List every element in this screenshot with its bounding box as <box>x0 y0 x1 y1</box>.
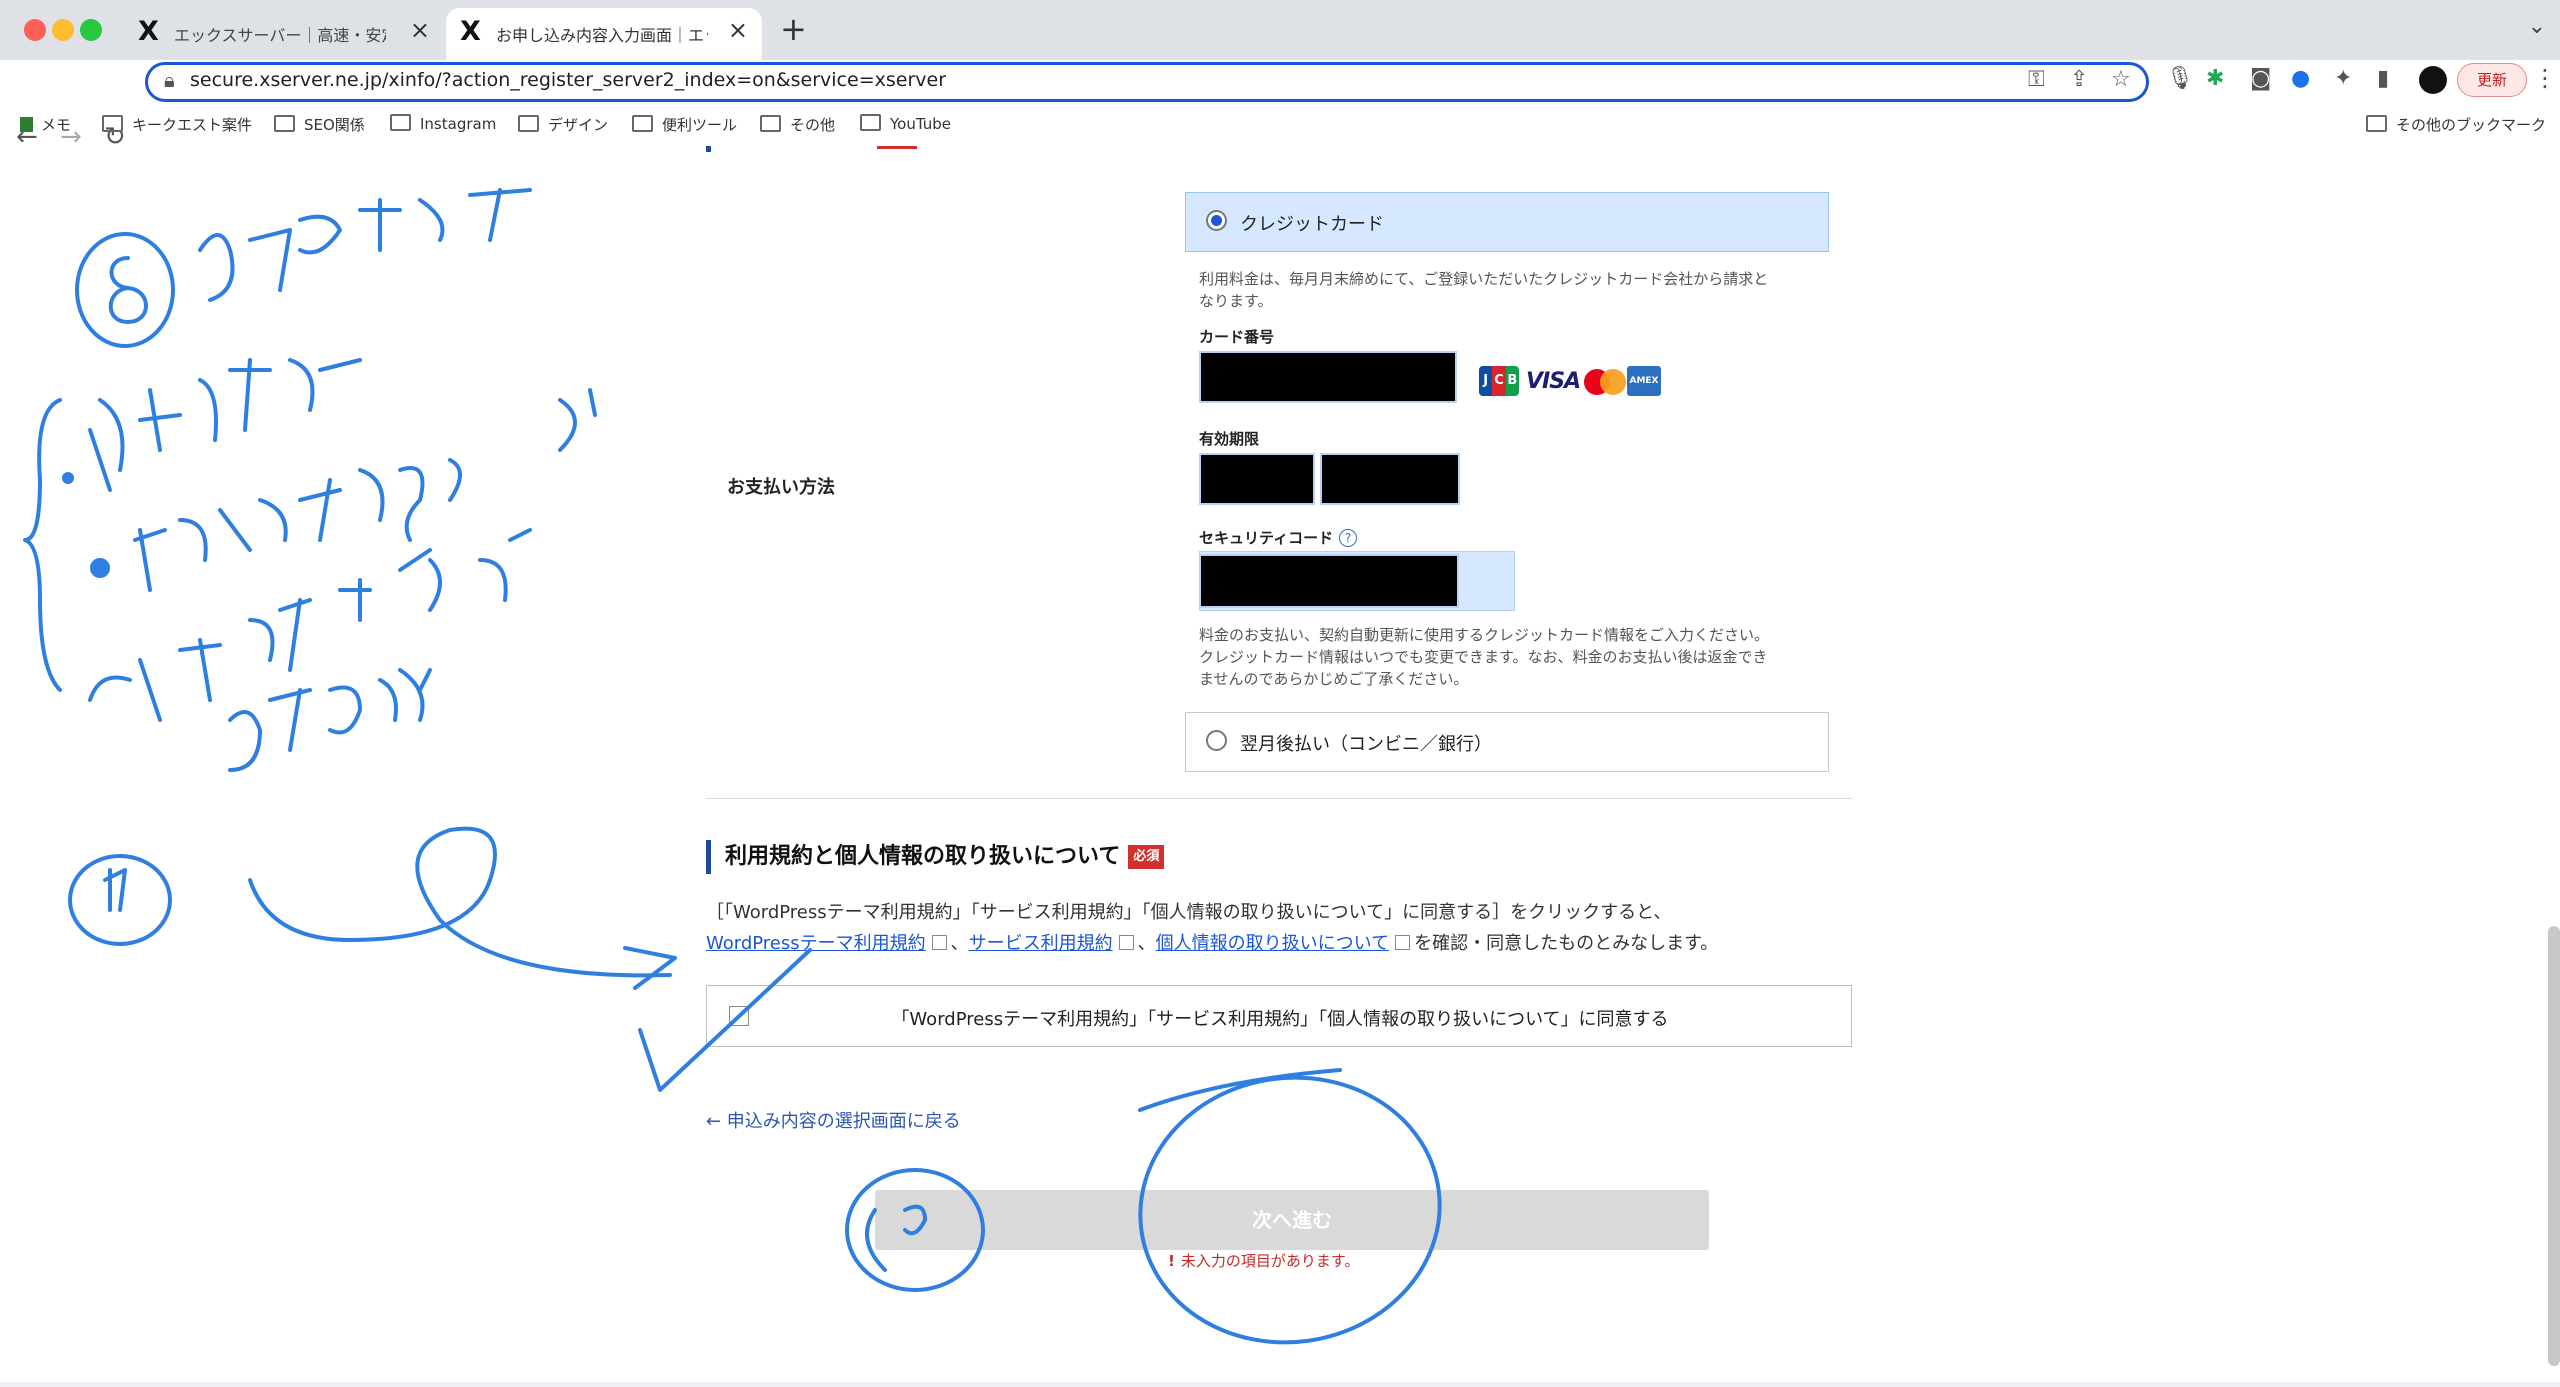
puzzle-icon[interactable]: ✦ <box>2334 66 2352 91</box>
side-panel-icon[interactable]: ▮ <box>2377 66 2389 91</box>
close-icon[interactable]: × <box>728 16 748 44</box>
credit-card-label: クレジットカード <box>1240 214 1384 235</box>
bookmark-star-icon[interactable]: ☆ <box>2111 67 2131 92</box>
deferred-label: 翌月後払い（コンビニ／銀行） <box>1240 734 1492 755</box>
folder-icon <box>2366 115 2387 132</box>
card-number-label: カード番号 <box>1199 328 1275 346</box>
minimize-window-button[interactable] <box>52 19 74 41</box>
folder-icon <box>390 114 411 131</box>
folder-icon <box>102 115 123 132</box>
credit-info-note: 料金のお支払い、契約自動更新に使用するクレジットカード情報をご入力ください。 ク… <box>1199 626 1770 688</box>
amex-logo-icon: AMEX <box>1627 366 1661 396</box>
card-number-input[interactable] <box>1199 351 1457 403</box>
external-link-icon <box>1395 935 1411 950</box>
folder-icon <box>274 115 295 132</box>
xserver-favicon-icon: X <box>460 16 481 47</box>
terms-agree-box[interactable]: 「WordPressテーマ利用規約」「サービス利用規約」「個人情報の取り扱いにつ… <box>706 985 1852 1047</box>
required-badge-fragment <box>877 146 917 149</box>
bookmark-folder[interactable]: 便利ツール <box>632 114 737 135</box>
zoom-window-button[interactable] <box>80 19 102 41</box>
bookmark-folder[interactable]: デザイン <box>518 114 608 135</box>
menu-kebab-icon[interactable]: ⋮ <box>2533 64 2557 92</box>
tab-title: お申し込み内容入力画面｜エックス <box>496 26 708 45</box>
folder-icon <box>860 114 881 131</box>
terms-section-title: 利用規約と個人情報の取り扱いについて 必須 <box>706 840 1165 874</box>
wordpress-terms-link[interactable]: WordPressテーマ利用規約 <box>706 933 926 954</box>
privacy-policy-link[interactable]: 個人情報の取り扱いについて <box>1156 933 1389 954</box>
section-divider <box>706 798 1852 799</box>
update-button[interactable]: 更新 <box>2457 63 2527 97</box>
payment-method-label: お支払い方法 <box>727 477 835 498</box>
new-tab-plus-icon[interactable]: + <box>780 10 807 48</box>
avatar[interactable] <box>2419 66 2447 94</box>
back-to-selection-link[interactable]: ← 申込み内容の選択画面に戻る <box>706 1107 961 1133</box>
folder-icon <box>518 115 539 132</box>
required-badge: 必須 <box>1128 845 1165 869</box>
folder-icon <box>632 115 653 132</box>
security-code-label: セキュリティコード? <box>1199 527 1358 548</box>
expiry-year-select[interactable] <box>1320 453 1460 505</box>
credit-card-radio[interactable] <box>1206 210 1227 231</box>
lock-icon: 🔒︎ <box>164 68 175 92</box>
section-heading-bar-fragment <box>706 146 711 152</box>
bookmarks-bar: メモ キークエスト案件 SEO関係 Instagram デザイン 便利ツール そ… <box>0 106 2560 146</box>
tab-title: エックスサーバー｜高速・安定の最 <box>174 26 386 45</box>
payment-option-credit-card[interactable]: クレジットカード <box>1185 192 1829 252</box>
service-terms-link[interactable]: サービス利用規約 <box>969 933 1113 954</box>
bookmark-folder[interactable]: Instagram <box>390 114 496 133</box>
xserver-favicon-icon: X <box>138 16 159 47</box>
external-link-icon <box>1118 935 1134 950</box>
book-icon <box>20 117 33 132</box>
terms-intro: ［「WordPressテーマ利用規約」「サービス利用規約」「個人情報の取り扱いに… <box>706 902 1672 923</box>
close-window-button[interactable] <box>24 19 46 41</box>
scrollbar[interactable] <box>2548 926 2560 1366</box>
expiry-label: 有効期限 <box>1199 430 1260 448</box>
chevron-down-icon[interactable]: ⌄ <box>2528 14 2546 39</box>
close-icon[interactable]: × <box>410 16 430 44</box>
extension-green-icon[interactable]: ✱ <box>2206 66 2224 91</box>
terms-agree-label[interactable]: 「WordPressテーマ利用規約」「サービス利用規約」「個人情報の取り扱いにつ… <box>707 1005 1853 1031</box>
deferred-radio[interactable] <box>1206 730 1227 751</box>
extension-blue-icon[interactable]: ● <box>2291 66 2310 91</box>
error-icon: ! <box>1168 1252 1175 1270</box>
next-button[interactable]: 次へ進む <box>875 1190 1709 1250</box>
terms-links: WordPressテーマ利用規約 、サービス利用規約 、個人情報の取り扱いについてを… <box>706 933 1719 954</box>
tab-xserver-top[interactable]: X エックスサーバー｜高速・安定の最 × <box>124 8 444 60</box>
folder-icon <box>760 115 781 132</box>
bookmark-folder[interactable]: SEO関係 <box>274 114 365 135</box>
credit-note: 利用料金は、毎月月末締めにて、ご登録いただいたクレジットカード会社から請求と な… <box>1199 270 1769 310</box>
bookmark-folder[interactable]: キークエスト案件 <box>102 114 252 135</box>
bookmark-memo[interactable]: メモ <box>20 114 71 135</box>
bookmark-folder[interactable]: YouTube <box>860 114 951 133</box>
visa-logo-icon: VISA <box>1526 369 1581 394</box>
payment-option-deferred[interactable]: 翌月後払い（コンビニ／銀行） <box>1185 712 1829 772</box>
page-bottom-edge <box>0 1382 2560 1387</box>
mastercard-logo-icon <box>1584 369 1626 395</box>
help-icon[interactable]: ? <box>1339 529 1358 547</box>
page-content: お支払い方法 クレジットカード 利用料金は、毎月月末締めにて、ご登録いただいたク… <box>0 146 2560 1387</box>
security-code-input[interactable] <box>1199 554 1459 608</box>
error-message: ! 未入力の項目があります。 <box>1168 1252 1360 1270</box>
share-icon[interactable]: ⇪ <box>2070 67 2088 92</box>
tab-application-form[interactable]: X お申し込み内容入力画面｜エックス × <box>446 8 762 60</box>
bookmark-folder[interactable]: その他 <box>760 114 835 135</box>
address-bar[interactable]: 🔒︎ secure.xserver.ne.jp/xinfo/?action_re… <box>145 62 2149 102</box>
external-link-icon <box>931 935 947 950</box>
jcb-logo-icon: J C B <box>1479 366 1519 396</box>
camera-icon[interactable]: ◙ <box>2250 66 2271 91</box>
url-text[interactable]: secure.xserver.ne.jp/xinfo/?action_regis… <box>190 69 946 91</box>
tab-bar: X エックスサーバー｜高速・安定の最 × X お申し込み内容入力画面｜エックス … <box>0 0 2560 60</box>
expiry-month-select[interactable] <box>1199 453 1315 505</box>
microphone-icon[interactable]: 🎙︎ <box>2166 66 2194 91</box>
key-icon[interactable]: ⚿ <box>2028 67 2045 92</box>
bookmark-other-folder[interactable]: その他のブックマーク <box>2366 114 2546 135</box>
